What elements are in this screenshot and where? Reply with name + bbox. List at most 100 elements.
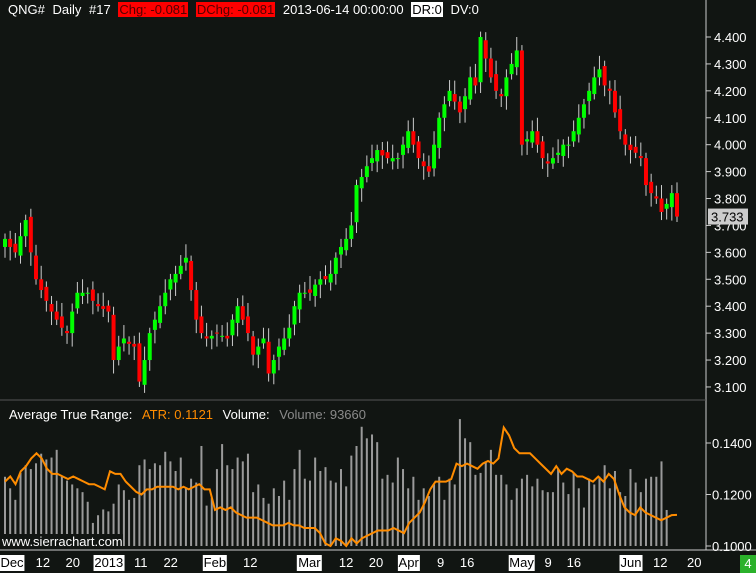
candle xyxy=(235,306,240,323)
volume-bar xyxy=(639,492,642,546)
candle xyxy=(116,346,121,361)
volume-bar xyxy=(365,438,368,546)
candle xyxy=(437,117,442,148)
candle xyxy=(245,316,250,334)
volume-bar xyxy=(174,471,177,546)
date-label: Apr xyxy=(397,555,420,571)
volume-bar xyxy=(324,467,327,546)
candle xyxy=(163,292,168,307)
candle xyxy=(194,290,199,320)
dr: DR:0 xyxy=(411,2,443,17)
volume-bar xyxy=(40,453,43,546)
volume-bar xyxy=(257,484,260,546)
volume-bar xyxy=(660,461,663,546)
volume-bar xyxy=(153,463,156,546)
indicator-legend: Average True Range: ATR: 0.1121 Volume: … xyxy=(9,407,366,422)
price-tick-label: 3.800 xyxy=(714,192,747,207)
volume-bar xyxy=(205,505,208,546)
datetime: 2013-06-14 00:00:00 xyxy=(282,2,404,17)
candle xyxy=(540,141,545,159)
candle xyxy=(416,141,421,159)
page-indicator[interactable]: 4 xyxy=(740,555,756,573)
date-label: 12 xyxy=(653,555,668,570)
candle xyxy=(276,346,281,357)
candle xyxy=(395,158,400,160)
candle xyxy=(638,155,643,159)
candle xyxy=(581,104,586,118)
volume-bar xyxy=(412,476,415,546)
volume-bar xyxy=(226,465,229,546)
volume-bar xyxy=(402,469,405,546)
candle xyxy=(623,134,628,145)
chart-number: #17 xyxy=(89,2,111,17)
volume-bar xyxy=(396,457,399,546)
volume-bar xyxy=(371,434,374,546)
candle xyxy=(597,69,602,78)
candle xyxy=(488,58,493,78)
volume-bar xyxy=(293,469,296,546)
chart-canvas[interactable]: 4.4004.3004.2004.1004.0003.9003.8003.700… xyxy=(0,0,756,573)
volume-bar xyxy=(453,484,456,546)
candle xyxy=(328,273,333,283)
volume-bar xyxy=(495,474,498,546)
candle xyxy=(266,341,271,374)
candle xyxy=(344,238,349,251)
atr-value: ATR: 0.1121 xyxy=(141,407,214,422)
date-label: 12 xyxy=(243,555,258,570)
volume-bar xyxy=(308,480,311,546)
volume-bar xyxy=(241,461,244,546)
candle xyxy=(54,311,59,320)
volume-bar xyxy=(386,474,389,546)
candle xyxy=(3,238,7,247)
candle xyxy=(85,292,90,294)
chart-window: 4.400 4.300 4.200 4.100 4.000 3.900 3.800 3.700… xyxy=(0,0,756,573)
volume-bar xyxy=(246,453,249,546)
volume-bar xyxy=(572,472,575,546)
candle xyxy=(447,90,452,102)
volume-bar xyxy=(427,496,430,546)
chart-header: QNG# Daily #17 Chg: -0.081 DChg: -0.081 … xyxy=(8,0,483,19)
candle xyxy=(628,144,633,151)
date-label: 20 xyxy=(687,555,702,570)
price-tick-label: 4.000 xyxy=(714,138,747,153)
date-label: 11 xyxy=(134,555,148,570)
atr-title: Average True Range: xyxy=(9,407,133,422)
last-price-label: 3.733 xyxy=(711,210,744,225)
candle xyxy=(168,279,173,290)
volume-bar xyxy=(557,469,560,546)
candle xyxy=(8,238,13,247)
candle xyxy=(664,203,669,209)
date-label: 22 xyxy=(163,555,178,570)
candle xyxy=(633,146,638,153)
volume-bar xyxy=(655,476,658,546)
date-label: Jun xyxy=(619,555,643,571)
volume-bar xyxy=(546,492,549,546)
candle xyxy=(80,292,85,296)
volume-bar xyxy=(598,476,601,546)
volume-value: Volume: 93660 xyxy=(279,407,366,422)
candle xyxy=(463,96,468,110)
candle xyxy=(514,50,519,68)
candle xyxy=(375,150,380,162)
price-tick-label: 4.200 xyxy=(714,84,747,99)
volume-bar xyxy=(55,449,58,546)
volume-bar xyxy=(629,469,632,546)
candle xyxy=(240,306,245,320)
price-tick-label: 3.400 xyxy=(714,299,747,314)
volume-bar xyxy=(184,488,187,546)
volume-bar xyxy=(422,488,425,546)
candle xyxy=(90,289,95,301)
candle xyxy=(297,292,302,310)
candle xyxy=(251,336,256,355)
price-tick-label: 3.600 xyxy=(714,245,747,260)
volume-bar xyxy=(272,488,275,546)
symbol: QNG# xyxy=(8,2,45,17)
candle xyxy=(101,306,106,309)
volume-bar xyxy=(474,474,477,546)
date-label: Dec xyxy=(0,555,25,571)
volume-bar xyxy=(438,476,441,546)
candle xyxy=(220,335,225,337)
volume-bar xyxy=(128,499,131,546)
candle xyxy=(13,243,18,253)
volume-bar xyxy=(381,478,384,546)
